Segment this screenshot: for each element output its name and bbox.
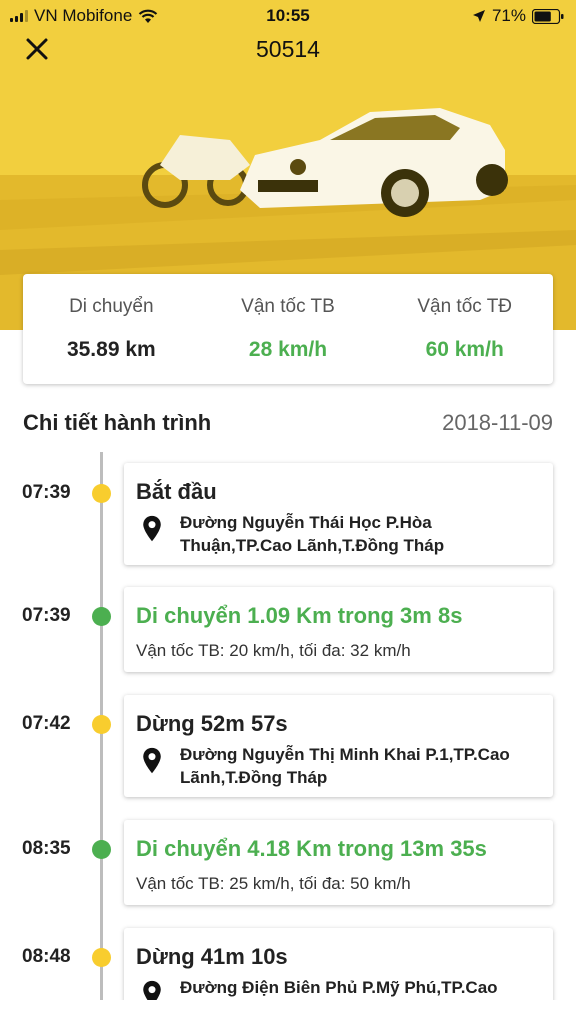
trip-date: 2018-11-09 <box>442 410 553 435</box>
vehicle-title: 50514 <box>256 36 320 62</box>
distance-stat: Di chuyển 35.89 km <box>23 274 200 384</box>
status-bar: VN Mobifone 10:55 71% <box>0 0 576 32</box>
max-speed-stat: Vận tốc TĐ 60 km/h <box>376 274 553 384</box>
event-address: Đường Điện Biên Phủ P.Mỹ Phú,TP.Cao Lãnh… <box>136 976 541 1000</box>
location-pin-icon <box>143 980 161 1000</box>
address-text: Đường Nguyễn Thị Minh Khai P.1,TP.Cao Lã… <box>180 745 510 787</box>
event-address: Đường Nguyễn Thái Học P.Hòa Thuận,TP.Cao… <box>136 511 541 557</box>
event-address: Đường Nguyễn Thị Minh Khai P.1,TP.Cao Lã… <box>136 743 541 789</box>
event-time: 08:48 <box>22 946 71 967</box>
distance-label: Di chuyển <box>69 296 154 317</box>
event-time: 07:39 <box>22 605 71 626</box>
timeline-card-stop[interactable]: Dừng 41m 10s Đường Điện Biên Phủ P.Mỹ Ph… <box>124 928 553 1000</box>
max-speed-value: 60 km/h <box>425 338 504 361</box>
event-detail: Vận tốc TB: 25 km/h, tối đa: 50 km/h <box>136 874 411 893</box>
timeline-card-move[interactable]: Di chuyển 4.18 Km trong 13m 35s Vận tốc … <box>124 820 553 905</box>
event-heading: Di chuyển 4.18 Km trong 13m 35s <box>136 836 487 861</box>
location-pin-icon <box>143 747 161 774</box>
timeline-dot <box>92 715 111 734</box>
avg-speed-label: Vận tốc TB <box>241 296 335 317</box>
timeline-card-start[interactable]: Bắt đầu Đường Nguyễn Thái Học P.Hòa Thuậ… <box>124 463 553 565</box>
event-time: 07:42 <box>22 713 71 734</box>
address-text: Đường Điện Biên Phủ P.Mỹ Phú,TP.Cao Lãnh… <box>180 978 498 997</box>
location-arrow-icon <box>472 10 485 22</box>
event-time: 08:35 <box>22 838 71 859</box>
event-heading: Dừng 41m 10s <box>136 944 288 969</box>
avg-speed-value: 28 km/h <box>248 338 328 361</box>
trip-summary-card: Di chuyển 35.89 km Vận tốc TB 28 km/h Vậ… <box>23 274 553 384</box>
event-heading: Di chuyển 1.09 Km trong 3m 8s <box>136 603 463 628</box>
section-title: Chi tiết hành trình <box>23 410 212 435</box>
timeline-dot <box>92 948 111 967</box>
event-heading: Bắt đầu <box>136 479 217 504</box>
timeline-dot <box>92 840 111 859</box>
timeline-dot <box>92 607 111 626</box>
location-pin-icon <box>143 515 161 542</box>
timeline-card-stop[interactable]: Dừng 52m 57s Đường Nguyễn Thị Minh Khai … <box>124 695 553 797</box>
timeline-dot <box>92 484 111 503</box>
event-time: 07:39 <box>22 482 71 503</box>
distance-value: 35.89 km <box>66 338 156 361</box>
event-heading: Dừng 52m 57s <box>136 711 288 736</box>
battery-icon <box>532 8 564 24</box>
timeline-card-move[interactable]: Di chuyển 1.09 Km trong 3m 8s Vận tốc TB… <box>124 587 553 672</box>
address-text: Đường Nguyễn Thái Học P.Hòa Thuận,TP.Cao… <box>180 513 445 555</box>
avg-speed-stat: Vận tốc TB 28 km/h <box>200 274 377 384</box>
max-speed-label: Vận tốc TĐ <box>417 296 513 317</box>
battery-percent: 71% <box>491 6 526 25</box>
event-detail: Vận tốc TB: 20 km/h, tối đa: 32 km/h <box>136 641 411 660</box>
